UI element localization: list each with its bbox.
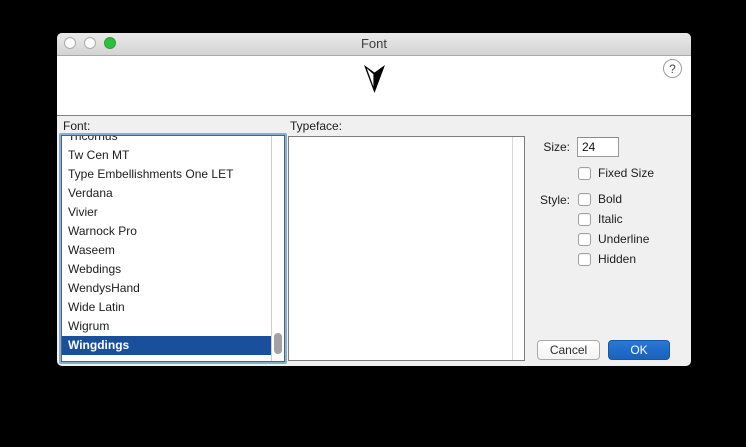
font-list-item[interactable]: Type Embellishments One LET [62, 165, 271, 184]
fixed-size-label: Fixed Size [598, 166, 654, 180]
scrollbar-thumb[interactable] [274, 333, 282, 354]
title-bar[interactable]: Font [57, 33, 691, 56]
style-option-underline: Underline [578, 232, 649, 246]
fixed-size-option: Fixed Size [578, 166, 654, 180]
font-list-item[interactable]: Webdings [62, 260, 271, 279]
hidden-checkbox[interactable] [578, 253, 591, 266]
font-preview-pane: ? [57, 56, 691, 116]
font-dialog-window: Font ? Font: Typeface: TricornusTw Cen M… [57, 33, 691, 366]
ok-button[interactable]: OK [608, 340, 670, 360]
size-input[interactable] [577, 137, 619, 157]
font-list-item[interactable]: Tricornus [62, 135, 271, 146]
font-list-item[interactable]: Verdana [62, 184, 271, 203]
style-option-italic: Italic [578, 212, 623, 226]
underline-checkbox[interactable] [578, 233, 591, 246]
font-list-item[interactable]: Vivier [62, 203, 271, 222]
italic-label: Italic [598, 212, 623, 226]
fixed-size-checkbox[interactable] [578, 167, 591, 180]
cancel-button[interactable]: Cancel [537, 340, 600, 360]
help-button[interactable]: ? [663, 59, 682, 78]
style-label: Style: [512, 193, 570, 207]
window-title: Font [57, 33, 691, 55]
font-list-item[interactable]: Waseem [62, 241, 271, 260]
font-list-item[interactable]: Tw Cen MT [62, 146, 271, 165]
typeface-list[interactable] [288, 136, 525, 361]
typeface-scrollbar-track [512, 137, 513, 360]
italic-checkbox[interactable] [578, 213, 591, 226]
font-list-rows: TricornusTw Cen MTType Embellishments On… [62, 136, 271, 355]
style-option-bold: Bold [578, 192, 622, 206]
typeface-list-label: Typeface: [290, 119, 342, 133]
font-list-item[interactable]: Wide Latin [62, 298, 271, 317]
bold-label: Bold [598, 192, 622, 206]
font-list-label: Font: [63, 119, 90, 133]
size-label: Size: [512, 140, 570, 154]
font-list-scrollbar[interactable] [271, 136, 284, 361]
font-list-item[interactable]: WendysHand [62, 279, 271, 298]
style-option-hidden: Hidden [578, 252, 636, 266]
font-list[interactable]: TricornusTw Cen MTType Embellishments On… [61, 135, 285, 362]
font-list-item[interactable]: Warnock Pro [62, 222, 271, 241]
font-list-focus-ring: TricornusTw Cen MTType Embellishments On… [59, 133, 287, 364]
underline-label: Underline [598, 232, 649, 246]
hidden-label: Hidden [598, 252, 636, 266]
wingdings-glyph-icon [362, 64, 387, 100]
bold-checkbox[interactable] [578, 193, 591, 206]
font-list-item[interactable]: Wingdings [62, 336, 271, 355]
font-list-item[interactable]: Wigrum [62, 317, 271, 336]
